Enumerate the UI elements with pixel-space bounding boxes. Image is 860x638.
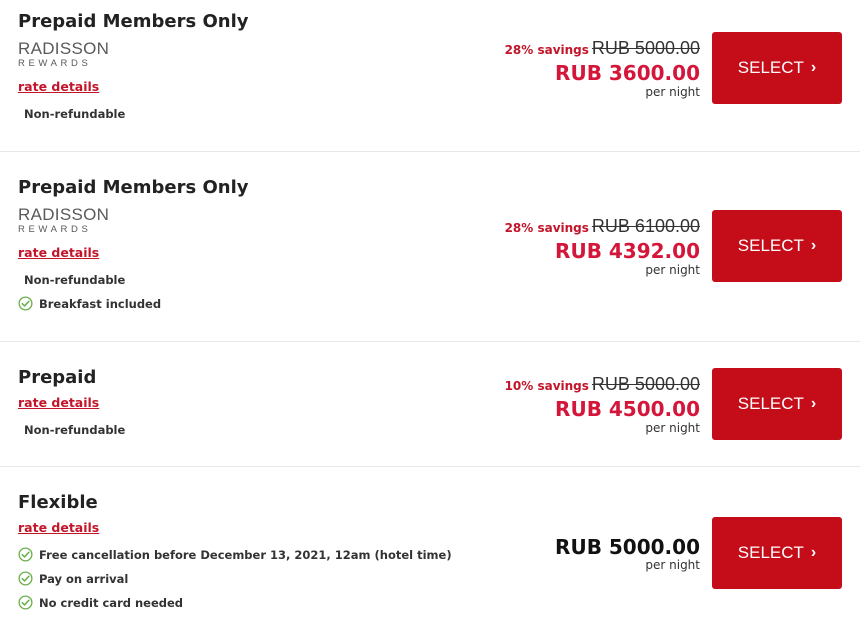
select-button[interactable]: SELECT › — [712, 517, 842, 589]
divider — [0, 341, 860, 342]
feature-no-credit-card: No credit card needed — [39, 596, 184, 610]
savings-line: 28% savings RUB 6100.00 — [505, 216, 700, 237]
feature-non-refundable: Non-refundable — [24, 107, 126, 121]
current-price: RUB 4500.00 — [555, 397, 700, 421]
per-night-label: per night — [645, 263, 700, 277]
radisson-rewards-logo: RADISSON REWARDS — [18, 39, 110, 69]
check-circle-icon — [18, 547, 33, 562]
rate-details-link[interactable]: rate details — [18, 395, 99, 410]
savings-label: 28% savings — [504, 221, 589, 235]
rate-details-link[interactable]: rate details — [18, 245, 99, 260]
rate-details-link[interactable]: rate details — [18, 79, 99, 94]
rate-title: Prepaid — [18, 367, 97, 388]
select-button[interactable]: SELECT › — [712, 210, 842, 282]
rate-title: Prepaid Members Only — [18, 11, 249, 32]
feature-breakfast-included: Breakfast included — [39, 297, 162, 311]
per-night-label: per night — [645, 421, 700, 435]
current-price: RUB 4392.00 — [555, 239, 700, 263]
radisson-rewards-logo: RADISSON REWARDS — [18, 205, 110, 235]
chevron-right-icon: › — [810, 395, 817, 412]
current-price: RUB 3600.00 — [555, 61, 700, 85]
savings-label: 28% savings — [504, 43, 589, 57]
per-night-label: per night — [645, 558, 700, 572]
chevron-right-icon: › — [810, 59, 817, 76]
check-circle-icon — [18, 296, 33, 311]
savings-line: 10% savings RUB 5000.00 — [505, 374, 700, 395]
chevron-right-icon: › — [810, 237, 817, 254]
feature-pay-on-arrival: Pay on arrival — [39, 572, 129, 586]
feature-free-cancellation: Free cancellation before December 13, 20… — [39, 548, 452, 562]
rate-title: Prepaid Members Only — [18, 177, 249, 198]
divider — [0, 466, 860, 467]
divider — [0, 151, 860, 152]
rate-title: Flexible — [18, 492, 98, 513]
rate-details-link[interactable]: rate details — [18, 520, 99, 535]
feature-non-refundable: Non-refundable — [24, 423, 126, 437]
original-price: RUB 5000.00 — [591, 38, 700, 58]
feature-non-refundable: Non-refundable — [24, 273, 126, 287]
current-price: RUB 5000.00 — [555, 535, 700, 559]
check-circle-icon — [18, 571, 33, 586]
check-circle-icon — [18, 595, 33, 610]
select-button[interactable]: SELECT › — [712, 368, 842, 440]
select-button[interactable]: SELECT › — [712, 32, 842, 104]
chevron-right-icon: › — [810, 544, 817, 561]
per-night-label: per night — [645, 85, 700, 99]
savings-line: 28% savings RUB 5000.00 — [505, 38, 700, 59]
original-price: RUB 6100.00 — [591, 216, 700, 236]
original-price: RUB 5000.00 — [591, 374, 700, 394]
savings-label: 10% savings — [504, 379, 589, 393]
